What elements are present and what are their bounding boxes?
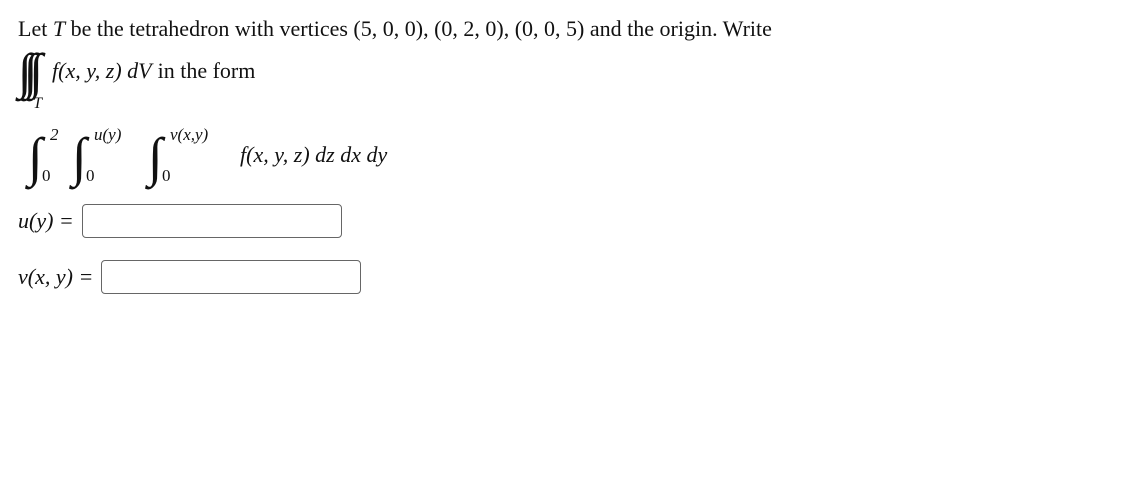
intro-mid: be the tetrahedron with vertices — [65, 16, 353, 41]
iterated-integrand: f(x, y, z) dz dx dy — [240, 142, 387, 168]
u-answer-row: u(y) = — [18, 204, 1120, 238]
problem-intro-line: Let T be the tetrahedron with vertices (… — [18, 12, 1120, 45]
inner-integral: v(x,y) ∫ 0 — [148, 133, 234, 182]
triple-integral-line: ∫∫∫ T f(x, y, z) dV in the form — [18, 51, 1120, 91]
vertices-list: (5, 0, 0), (0, 2, 0), (0, 0, 5) — [353, 16, 584, 41]
intro-prefix: Let — [18, 16, 53, 41]
inner-lower-limit: 0 — [162, 166, 171, 186]
intro-suffix: and the origin. Write — [584, 16, 772, 41]
u-input[interactable] — [82, 204, 342, 238]
integral-sign: ∫ — [72, 133, 87, 182]
middle-integral: u(y) ∫ 0 — [72, 133, 146, 182]
outer-lower-limit: 0 — [42, 166, 51, 186]
integral-sign: ∫∫∫ — [18, 51, 35, 91]
triple-integral-symbol: ∫∫∫ T — [18, 51, 46, 91]
u-label: u(y) = — [18, 208, 74, 234]
v-input[interactable] — [101, 260, 361, 294]
v-label: v(x, y) = — [18, 264, 93, 290]
v-answer-row: v(x, y) = — [18, 260, 1120, 294]
outer-upper-limit: 2 — [50, 125, 59, 145]
iterated-integral: 2 ∫ 0 u(y) ∫ 0 v(x,y) ∫ 0 f(x, y, z) dz … — [28, 133, 1120, 182]
integral-sign: ∫ — [28, 133, 43, 182]
outer-integral: 2 ∫ 0 — [28, 133, 70, 182]
tetrahedron-symbol: T — [53, 16, 65, 41]
middle-upper-limit: u(y) — [94, 125, 121, 145]
triple-integrand: f(x, y, z) dV — [52, 58, 152, 84]
integral-sign: ∫ — [148, 133, 163, 182]
middle-lower-limit: 0 — [86, 166, 95, 186]
in-the-form-text: in the form — [158, 58, 256, 84]
inner-upper-limit: v(x,y) — [170, 125, 208, 145]
region-subscript: T — [33, 95, 42, 113]
